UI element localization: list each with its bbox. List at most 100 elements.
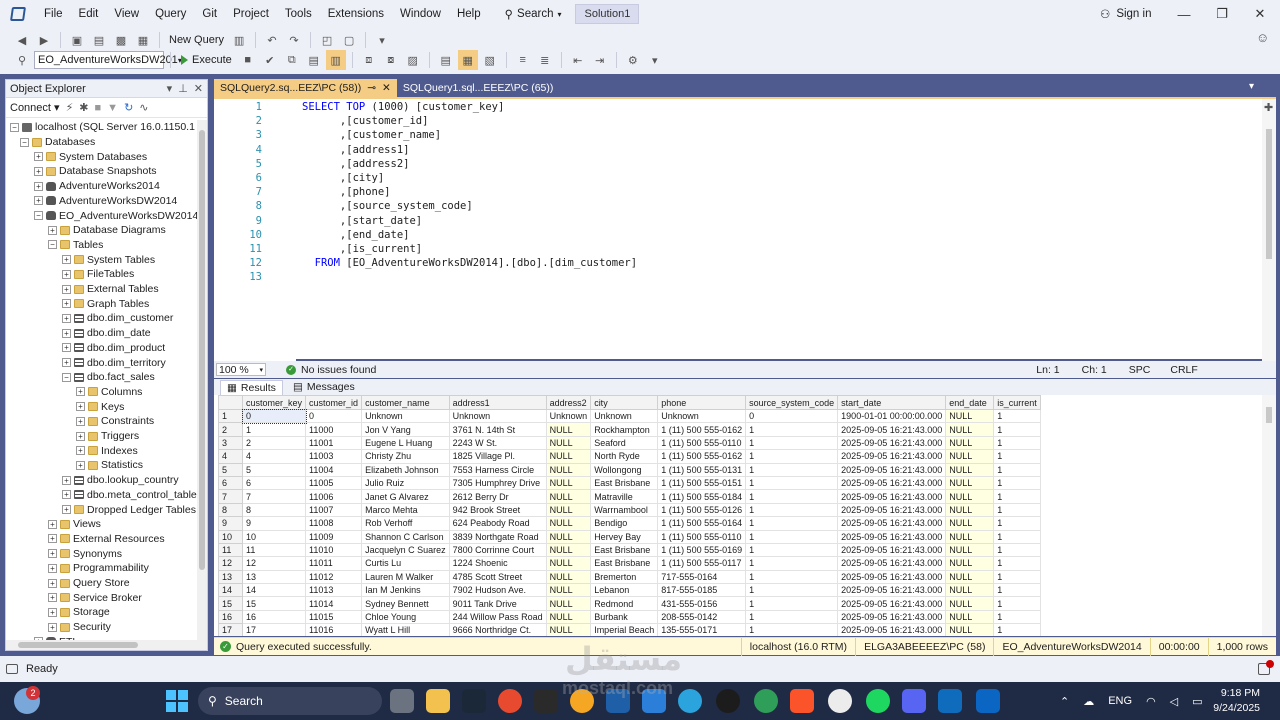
grid-cell[interactable]: Unknown: [657, 408, 747, 424]
grid-cell[interactable]: 11005: [305, 475, 363, 491]
file-explorer-icon[interactable]: [426, 689, 450, 713]
increase-indent-icon[interactable]: ⇥: [590, 50, 610, 70]
expand-icon[interactable]: +: [76, 460, 85, 470]
grid-cell[interactable]: 1 (11) 500 555-0162: [657, 449, 747, 464]
collapse-icon[interactable]: −: [34, 211, 43, 221]
grid-cell[interactable]: 1 (11) 500 555-0162: [657, 422, 747, 437]
grid-cell[interactable]: 135-555-0171: [657, 623, 747, 636]
grid-cell[interactable]: 11007: [305, 502, 363, 518]
grid-cell[interactable]: 2025-09-05 16:21:43.000: [837, 422, 947, 437]
grid-cell[interactable]: 11006: [305, 489, 363, 504]
grid-cell[interactable]: 5: [241, 462, 307, 477]
grid-cell[interactable]: NULL: [945, 449, 995, 464]
row-number[interactable]: 7: [218, 489, 243, 504]
grid-cell[interactable]: Seaford: [590, 435, 659, 451]
tree-node[interactable]: + AdventureWorks2014: [34, 179, 160, 194]
tree-node[interactable]: − Tables: [48, 238, 103, 253]
windows-start-icon[interactable]: [166, 690, 188, 712]
grid-cell[interactable]: NULL: [945, 569, 995, 585]
grid-cell[interactable]: NULL: [545, 556, 592, 571]
grid-cell[interactable]: East Brisbane: [590, 542, 659, 558]
grid-cell[interactable]: Rockhampton: [590, 422, 659, 437]
expand-icon[interactable]: +: [48, 593, 57, 603]
column-header[interactable]: phone: [657, 395, 747, 410]
grid-cell[interactable]: 624 Peabody Road: [448, 516, 547, 531]
grid-cell[interactable]: 244 Willow Pass Road: [448, 609, 547, 625]
expand-icon[interactable]: +: [62, 490, 71, 500]
grid-cell[interactable]: 2243 W St.: [448, 435, 547, 451]
grid-cell[interactable]: 1 (11) 500 555-0110: [657, 435, 747, 451]
tree-node[interactable]: + External Tables: [62, 282, 159, 297]
grid-cell[interactable]: NULL: [945, 596, 995, 611]
expand-icon[interactable]: +: [62, 299, 71, 309]
grid-cell[interactable]: 2025-09-05 16:21:43.000: [837, 623, 947, 636]
pin-icon[interactable]: ⊥: [178, 82, 188, 95]
table-row[interactable]: 10 10 11009 Shannon C Carlson 3839 Northgate…: [218, 529, 1041, 544]
grid-cell[interactable]: 11011: [305, 556, 363, 571]
grid-cell[interactable]: NULL: [545, 462, 592, 477]
column-header[interactable]: customer_id: [305, 395, 363, 410]
tree-node[interactable]: + Columns: [76, 385, 142, 400]
grid-cell[interactable]: 1: [745, 422, 839, 437]
grid-cell[interactable]: 9011 Tank Drive: [448, 596, 547, 611]
column-header[interactable]: address2: [545, 395, 592, 410]
steam-icon[interactable]: [462, 689, 486, 713]
row-number[interactable]: 4: [218, 449, 243, 464]
grid-cell[interactable]: 16: [241, 609, 307, 625]
tree-node[interactable]: + System Tables: [62, 252, 155, 267]
grid-cell[interactable]: 1: [745, 475, 839, 491]
table-row[interactable]: 1 0 0 Unknown Unknown Unknown Unknown Unknown 0 1…: [218, 408, 1041, 424]
column-header[interactable]: source_system_code: [745, 395, 839, 410]
results-to-grid-icon[interactable]: ▦: [457, 50, 478, 70]
grid-cell[interactable]: Bremerton: [590, 569, 659, 585]
redo-icon[interactable]: ↷: [284, 30, 304, 50]
connect-button[interactable]: Connect ▾: [10, 101, 60, 114]
live-stats-icon[interactable]: ⧇: [381, 50, 401, 70]
tree-node[interactable]: + External Resources: [48, 532, 165, 547]
grid-cell[interactable]: Matraville: [590, 489, 659, 504]
table-row[interactable]: 15 15 11014 Sydney Bennett 9011 Tank Drive NU…: [218, 596, 1041, 611]
taskbar-search[interactable]: ⚲ Search: [198, 687, 382, 715]
menu-git[interactable]: Git: [194, 0, 225, 28]
ssms-icon[interactable]: [606, 689, 630, 713]
tab-results[interactable]: ▦ Results: [220, 379, 283, 395]
menu-edit[interactable]: Edit: [71, 0, 107, 28]
grid-cell[interactable]: Chloe Young: [361, 609, 450, 625]
code-line[interactable]: ,[customer_id]: [302, 115, 429, 127]
expand-icon[interactable]: +: [76, 431, 85, 441]
outlook-icon[interactable]: [938, 689, 962, 713]
grid-cell[interactable]: Marco Mehta: [361, 502, 450, 518]
grid-cell[interactable]: 1: [745, 583, 839, 598]
grid-cell[interactable]: NULL: [545, 609, 592, 625]
row-number[interactable]: 11: [218, 542, 243, 558]
grid-cell[interactable]: NULL: [545, 435, 592, 451]
expand-icon[interactable]: +: [48, 578, 57, 588]
expand-icon[interactable]: +: [62, 343, 71, 353]
code-area[interactable]: SELECT TOP (1000) [customer_key] ,[custo…: [302, 99, 1242, 361]
expand-icon[interactable]: +: [48, 549, 57, 559]
grid-cell[interactable]: 1 (11) 500 555-0117: [657, 556, 747, 571]
tree-node[interactable]: + Views: [48, 517, 101, 532]
grid-cell[interactable]: NULL: [545, 422, 592, 437]
expand-icon[interactable]: +: [34, 166, 43, 176]
row-number[interactable]: 5: [218, 462, 243, 477]
telegram-icon[interactable]: [678, 689, 702, 713]
grid-cell[interactable]: 12: [241, 556, 307, 571]
table-row[interactable]: 3 2 11001 Eugene L Huang 2243 W St. NULL Seafo…: [218, 435, 1041, 451]
grid-cell[interactable]: NULL: [945, 422, 995, 437]
table-row[interactable]: 5 5 11004 Elizabeth Johnson 7553 Harness Cir…: [218, 462, 1041, 477]
row-number[interactable]: 10: [218, 529, 243, 544]
grid-cell[interactable]: 11016: [305, 623, 363, 636]
connect-icon[interactable]: ⚡: [66, 101, 74, 114]
stop-icon[interactable]: ■: [95, 102, 102, 114]
row-number[interactable]: 2: [218, 422, 243, 437]
grid-cell[interactable]: Wyatt L Hill: [361, 623, 450, 636]
tree-node[interactable]: + dbo.dim_territory: [62, 355, 166, 370]
solution-explorer-icon[interactable]: ▢: [339, 30, 359, 50]
grid-cell[interactable]: NULL: [545, 475, 592, 491]
code-line[interactable]: ,[city]: [302, 172, 384, 184]
grid-cell[interactable]: 17: [241, 623, 307, 636]
editor-vertical-scrollbar[interactable]: ✚: [1262, 99, 1276, 361]
grid-cell[interactable]: Imperial Beach: [590, 623, 659, 636]
grid-cell[interactable]: 1 (11) 500 555-0126: [657, 502, 747, 518]
